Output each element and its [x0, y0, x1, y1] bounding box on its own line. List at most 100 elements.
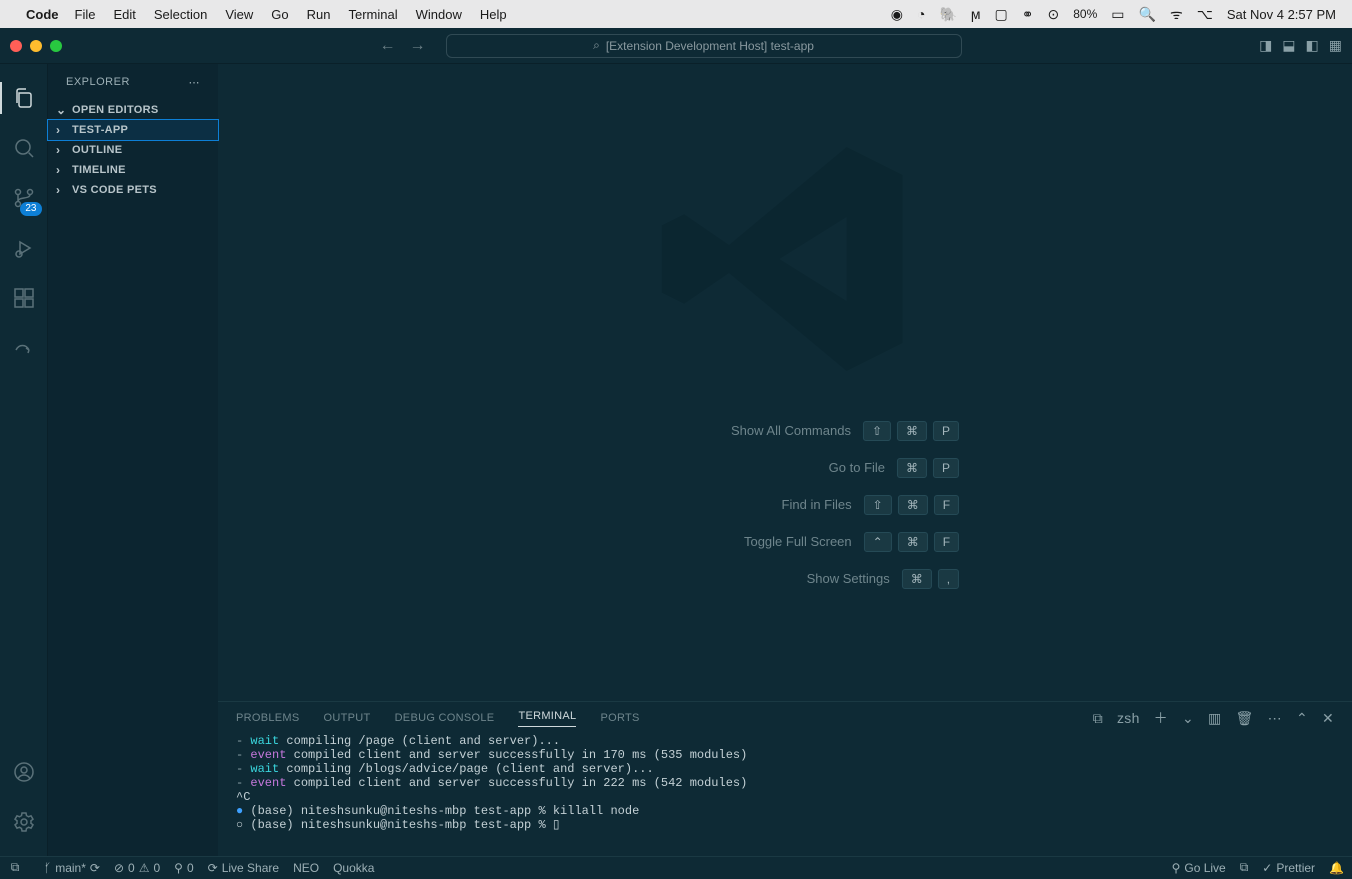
activity-source-control[interactable]: 23 [0, 174, 48, 222]
menu-edit[interactable]: Edit [113, 7, 135, 22]
go-live-status[interactable]: ⚲Go Live [1172, 861, 1226, 875]
nordvpn-icon[interactable]: ◔ [917, 6, 925, 22]
section-test-app[interactable]: ›TEST-APP [48, 120, 218, 140]
activity-extensions[interactable] [0, 274, 48, 322]
shortcut-keys: ⌃⌘F [864, 532, 959, 552]
nav-forward-icon[interactable]: → [410, 37, 426, 55]
quokka-status[interactable]: Quokka [333, 861, 374, 875]
live-share-label: Live Share [222, 861, 279, 875]
minimize-window-button[interactable] [30, 40, 42, 52]
key: P [933, 421, 959, 441]
notifications-icon[interactable]: 🔔 [1329, 861, 1344, 875]
key: F [934, 532, 959, 552]
key: ⇧ [864, 495, 892, 515]
close-window-button[interactable] [10, 40, 22, 52]
layout-primary-sidebar-icon[interactable]: ◨ [1259, 37, 1272, 54]
key: F [934, 495, 959, 515]
section-timeline[interactable]: ›TIMELINE [48, 160, 218, 180]
antenna-icon: ⚲ [174, 861, 183, 875]
activity-accounts[interactable] [0, 748, 48, 796]
command-center[interactable]: ⌕ [Extension Development Host] test-app [446, 34, 962, 58]
maximize-panel-icon[interactable]: ⌃ [1296, 710, 1308, 727]
menu-run[interactable]: Run [307, 7, 331, 22]
layout-secondary-sidebar-icon[interactable]: ◧ [1306, 37, 1319, 54]
error-icon: ⊘ [114, 861, 124, 875]
sidebar-more-icon[interactable]: ⋯ [189, 76, 201, 89]
terminal-line: ^C [236, 790, 1334, 804]
record-icon[interactable]: ◉ [891, 6, 903, 23]
close-panel-icon[interactable]: ✕ [1322, 710, 1334, 727]
vscode-logo-watermark [645, 119, 925, 399]
live-share-icon: ⟳ [208, 861, 218, 875]
app-name[interactable]: Code [26, 7, 59, 22]
split-terminal-icon[interactable]: ▥ [1208, 710, 1222, 727]
error-count: 0 [128, 861, 135, 875]
stage-manager-icon[interactable]: ▢ [995, 6, 1008, 23]
layout-panel-icon[interactable]: ⬓ [1282, 37, 1295, 54]
new-terminal-icon[interactable]: ＋ [1154, 708, 1168, 728]
malwarebytes-icon[interactable]: ϻ [971, 6, 981, 22]
broadcast-icon: ⚲ [1172, 861, 1181, 875]
kill-terminal-icon[interactable]: 🗑 [1236, 710, 1254, 727]
datetime[interactable]: Sat Nov 4 2:57 PM [1227, 7, 1336, 22]
activity-run-debug[interactable] [0, 224, 48, 272]
spotlight-icon[interactable]: 🔍 [1139, 6, 1156, 23]
terminal-more-icon[interactable]: ⋯ [1268, 710, 1282, 727]
menu-view[interactable]: View [225, 7, 253, 22]
section-vscode-pets[interactable]: ›VS CODE PETS [48, 180, 218, 200]
shortcut-keys: ⌘, [902, 569, 959, 589]
key: P [933, 458, 959, 478]
terminal-shell-icon[interactable]: ⧉ [1093, 710, 1103, 727]
section-label: VS CODE PETS [72, 184, 157, 196]
key: ⌘ [897, 421, 927, 441]
layout-customize-icon[interactable]: ▦ [1329, 37, 1342, 54]
live-share-status[interactable]: ⟳ Live Share [208, 861, 279, 875]
battery-icon[interactable]: ▭ [1111, 6, 1124, 23]
section-outline[interactable]: ›OUTLINE [48, 140, 218, 160]
menu-file[interactable]: File [75, 7, 96, 22]
terminal-line: - wait compiling /page (client and serve… [236, 734, 1334, 748]
menu-selection[interactable]: Selection [154, 7, 207, 22]
terminal-dropdown-icon[interactable]: ⌄ [1182, 710, 1194, 727]
terminal-body[interactable]: - wait compiling /page (client and serve… [218, 734, 1352, 856]
tab-ports[interactable]: PORTS [600, 712, 639, 724]
activity-explorer[interactable] [0, 74, 48, 122]
prettier-status[interactable]: ✓Prettier [1262, 861, 1315, 875]
sync-icon: ⟳ [90, 861, 100, 875]
tab-debug-console[interactable]: DEBUG CONSOLE [395, 712, 495, 724]
maximize-window-button[interactable] [50, 40, 62, 52]
key: ⌃ [864, 532, 892, 552]
tabnine-status[interactable]: ⧉ [1240, 860, 1249, 875]
remote-button[interactable]: ⧉ [0, 857, 30, 879]
wifi-icon[interactable]: ᯤ [1170, 5, 1183, 24]
play-icon[interactable]: ⊙ [1048, 6, 1060, 23]
evernote-icon[interactable]: 🐘 [939, 6, 956, 23]
branch-name: main* [55, 861, 86, 875]
menu-terminal[interactable]: Terminal [349, 7, 398, 22]
shortcut-label: Toggle Full Screen [612, 534, 852, 549]
control-center-icon[interactable]: ⌥ [1197, 6, 1213, 23]
menu-window[interactable]: Window [416, 7, 462, 22]
section-label: OUTLINE [72, 144, 122, 156]
shortcut-label: Go to File [645, 460, 885, 475]
prettier-label: Prettier [1276, 861, 1315, 875]
key: ⌘ [897, 458, 927, 478]
section-open-editors[interactable]: ⌄OPEN EDITORS [48, 100, 218, 120]
nav-back-icon[interactable]: ← [380, 37, 396, 55]
menu-go[interactable]: Go [271, 7, 288, 22]
tab-problems[interactable]: PROBLEMS [236, 712, 300, 724]
menu-help[interactable]: Help [480, 7, 507, 22]
activity-share[interactable] [0, 324, 48, 372]
branch-status[interactable]: ᚶmain*⟳ [44, 861, 100, 875]
activity-settings[interactable] [0, 798, 48, 846]
tab-output[interactable]: OUTPUT [324, 712, 371, 724]
shortcut-row: Show Settings⌘, [611, 569, 959, 589]
bluetooth-icon[interactable]: ⚭ [1022, 6, 1034, 23]
problems-status[interactable]: ⊘0⚠0 [114, 861, 160, 875]
tab-terminal[interactable]: TERMINAL [518, 710, 576, 727]
activity-search[interactable] [0, 124, 48, 172]
ports-status[interactable]: ⚲0 [174, 861, 193, 875]
terminal-shell-name[interactable]: zsh [1117, 710, 1140, 726]
battery-percent[interactable]: 80% [1073, 7, 1097, 21]
neo-status[interactable]: NEO [293, 861, 319, 875]
